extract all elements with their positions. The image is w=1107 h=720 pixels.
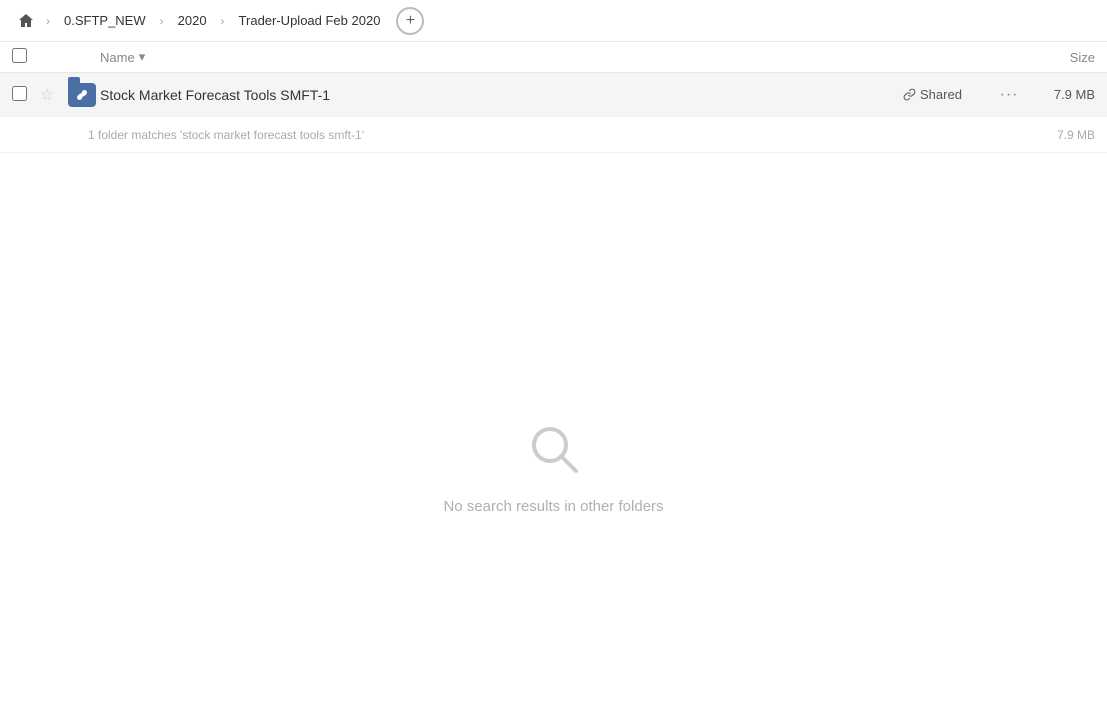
home-button[interactable] <box>12 7 40 35</box>
match-info-text: 1 folder matches 'stock market forecast … <box>88 128 1025 142</box>
header-size-col: Size <box>1015 50 1095 65</box>
file-name: Stock Market Forecast Tools SMFT-1 <box>100 87 903 103</box>
row-checkbox[interactable] <box>12 86 27 101</box>
folder-icon <box>68 83 96 107</box>
match-info-row: 1 folder matches 'stock market forecast … <box>0 117 1107 153</box>
row-checkbox-col <box>12 86 40 104</box>
separator-1: › <box>44 14 52 28</box>
more-options-button[interactable]: ··· <box>993 86 1025 104</box>
star-icon[interactable]: ☆ <box>40 85 54 105</box>
breadcrumb-item-year[interactable]: 2020 <box>170 9 215 32</box>
select-all-checkbox[interactable] <box>12 48 27 63</box>
row-star-col[interactable]: ☆ <box>40 85 68 105</box>
breadcrumb-bar: › 0.SFTP_NEW › 2020 › Trader-Upload Feb … <box>0 0 1107 42</box>
file-row[interactable]: ☆ Stock Market Forecast Tools SMFT-1 Sha… <box>0 73 1107 117</box>
shared-label: Shared <box>920 87 962 102</box>
more-icon: ··· <box>1000 86 1019 104</box>
row-folder-icon-col <box>68 83 100 107</box>
shared-status: Shared <box>903 87 993 102</box>
header-name-col[interactable]: Name ▾ <box>100 49 1015 65</box>
no-results-message: No search results in other folders <box>443 498 663 515</box>
separator-3: › <box>219 14 227 28</box>
link-icon <box>76 89 88 101</box>
breadcrumb-item-folder[interactable]: Trader-Upload Feb 2020 <box>231 9 389 32</box>
home-icon <box>18 13 34 29</box>
separator-2: › <box>158 14 166 28</box>
main-content: Name ▾ Size ☆ Stock Market Forecast Tool… <box>0 42 1107 720</box>
name-column-label: Name <box>100 50 135 65</box>
match-info-size: 7.9 MB <box>1025 128 1095 142</box>
empty-state: No search results in other folders <box>0 153 1107 720</box>
sort-icon: ▾ <box>139 49 146 65</box>
file-size: 7.9 MB <box>1025 87 1095 102</box>
shared-link-icon <box>903 88 916 101</box>
add-button[interactable]: + <box>396 7 424 35</box>
breadcrumb-item-root[interactable]: 0.SFTP_NEW <box>56 9 154 32</box>
column-header-row: Name ▾ Size <box>0 42 1107 73</box>
no-results-icon <box>524 419 584 482</box>
header-checkbox-col <box>12 48 40 66</box>
